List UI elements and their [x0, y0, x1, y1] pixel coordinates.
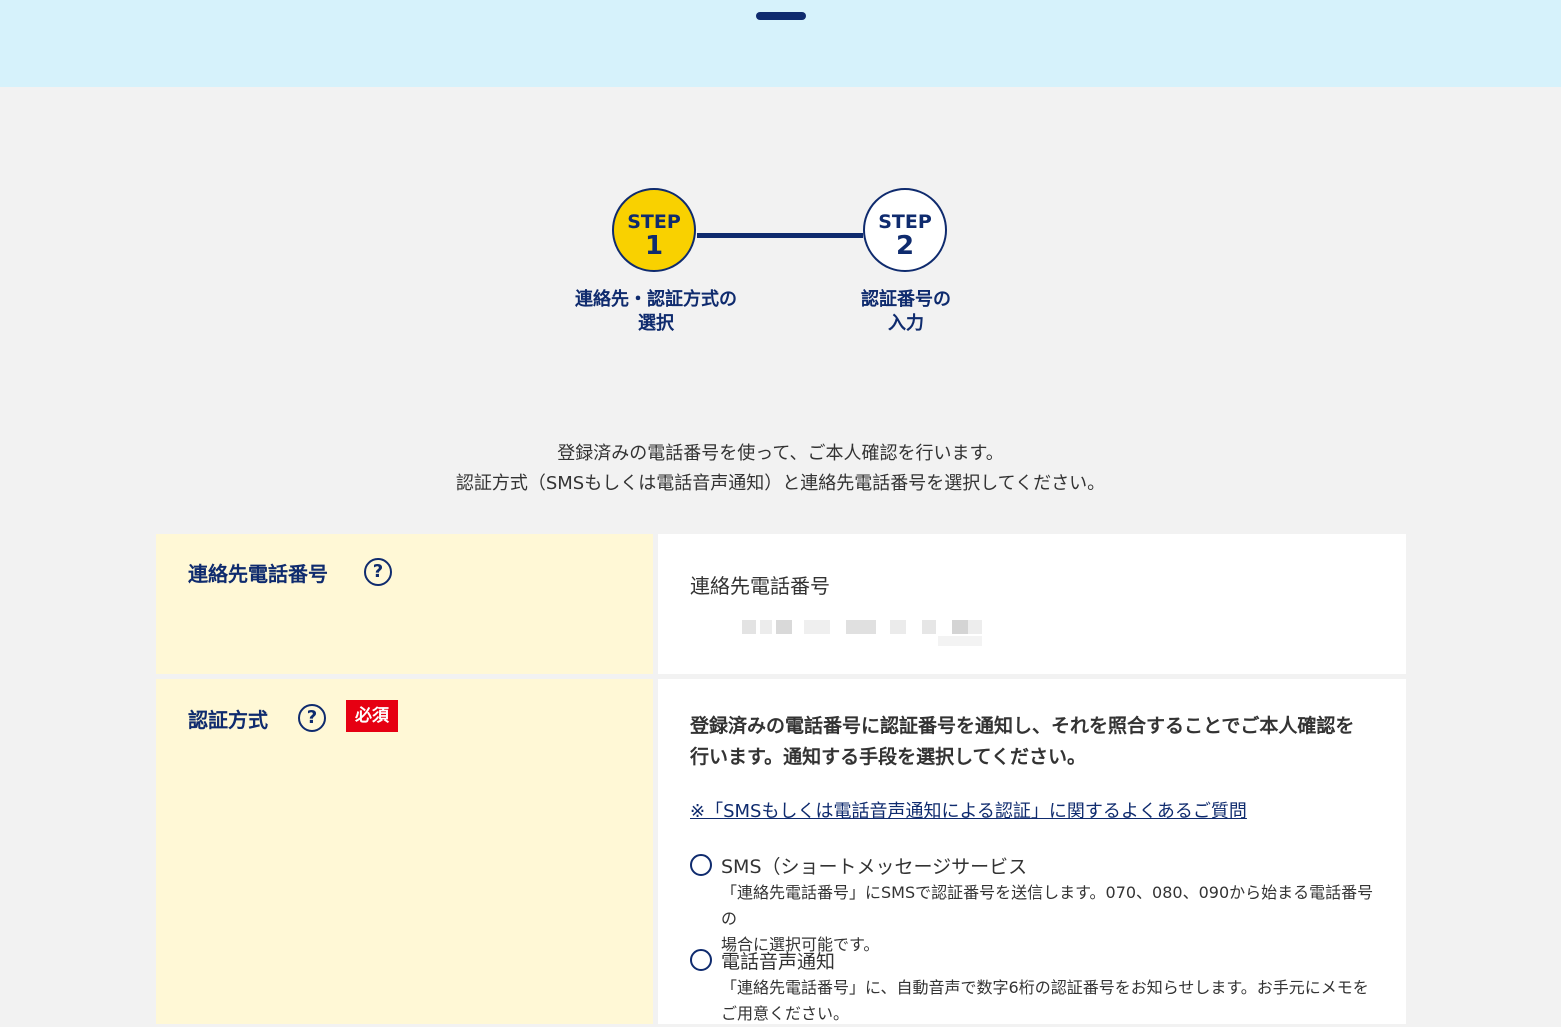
phone-row-label-cell: 連絡先電話番号 ? — [156, 534, 653, 674]
voice-option-title[interactable]: 電話音声通知 — [721, 947, 835, 974]
method-row-value-cell: 登録済みの電話番号に認証番号を通知し、それを照合することでご本人確認を 行います… — [658, 679, 1406, 1024]
masked-phone-number — [742, 618, 982, 648]
header-band — [0, 0, 1561, 87]
method-row-label-cell: 認証方式 ? 必須 — [156, 679, 653, 1024]
step-1-number: 1 — [644, 231, 664, 261]
step-1-label-line2: 選択 — [638, 313, 674, 334]
sms-option-title[interactable]: SMS（ショートメッセージサービス — [721, 852, 1027, 879]
step-1-word: STEP — [627, 211, 681, 233]
method-row-label: 認証方式 — [188, 708, 268, 732]
sms-radio[interactable] — [690, 854, 712, 876]
step-1-circle: STEP 1 — [612, 188, 696, 272]
method-intro-line-1: 登録済みの電話番号に認証番号を通知し、それを照合することでご本人確認を — [690, 715, 1355, 737]
step-2-word: STEP — [878, 211, 932, 233]
voice-option-description: 「連絡先電話番号」に、自動音声で数字6桁の認証番号をお知らせします。お手元にメモ… — [721, 975, 1381, 1027]
intro-line-2: 認証方式（SMSもしくは電話音声通知）と連絡先電話番号を選択してください。 — [455, 473, 1106, 494]
faq-link[interactable]: ※「SMSもしくは電話音声通知による認証」に関するよくあるご質問 — [690, 797, 1247, 823]
step-2-circle: STEP 2 — [863, 188, 947, 272]
method-intro-text: 登録済みの電話番号に認証番号を通知し、それを照合することでご本人確認を 行います… — [690, 711, 1380, 773]
intro-text: 登録済みの電話番号を使って、ご本人確認を行います。 認証方式（SMSもしくは電話… — [0, 439, 1561, 499]
voice-desc-line-2: ご用意ください。 — [721, 1004, 850, 1023]
drag-handle-bar — [756, 12, 806, 20]
sms-desc-line-1: 「連絡先電話番号」にSMSで認証番号を送信します。070、080、090から始ま… — [721, 883, 1374, 928]
phone-value-label: 連絡先電話番号 — [690, 574, 830, 598]
step-2-label-line1: 認証番号の — [861, 289, 951, 310]
intro-line-1: 登録済みの電話番号を使って、ご本人確認を行います。 — [557, 443, 1004, 464]
step-1-label-line1: 連絡先・認証方式の — [575, 289, 737, 310]
required-badge: 必須 — [346, 700, 398, 732]
step-2-number: 2 — [895, 231, 915, 261]
step-1-label: 連絡先・認証方式の 選択 — [536, 288, 776, 336]
phone-row-label: 連絡先電話番号 — [188, 562, 328, 586]
phone-row-value-cell: 連絡先電話番号 — [658, 534, 1406, 674]
question-circle-icon[interactable]: ? — [298, 704, 326, 732]
method-intro-line-2: 行います。通知する手段を選択してください。 — [690, 746, 1086, 768]
voice-radio[interactable] — [690, 949, 712, 971]
step-connector-line — [697, 233, 863, 238]
step-2-label-line2: 入力 — [888, 313, 924, 334]
question-circle-icon[interactable]: ? — [364, 558, 392, 586]
voice-desc-line-1: 「連絡先電話番号」に、自動音声で数字6桁の認証番号をお知らせします。お手元にメモ… — [721, 978, 1369, 997]
step-2-label: 認証番号の 入力 — [786, 288, 1026, 336]
